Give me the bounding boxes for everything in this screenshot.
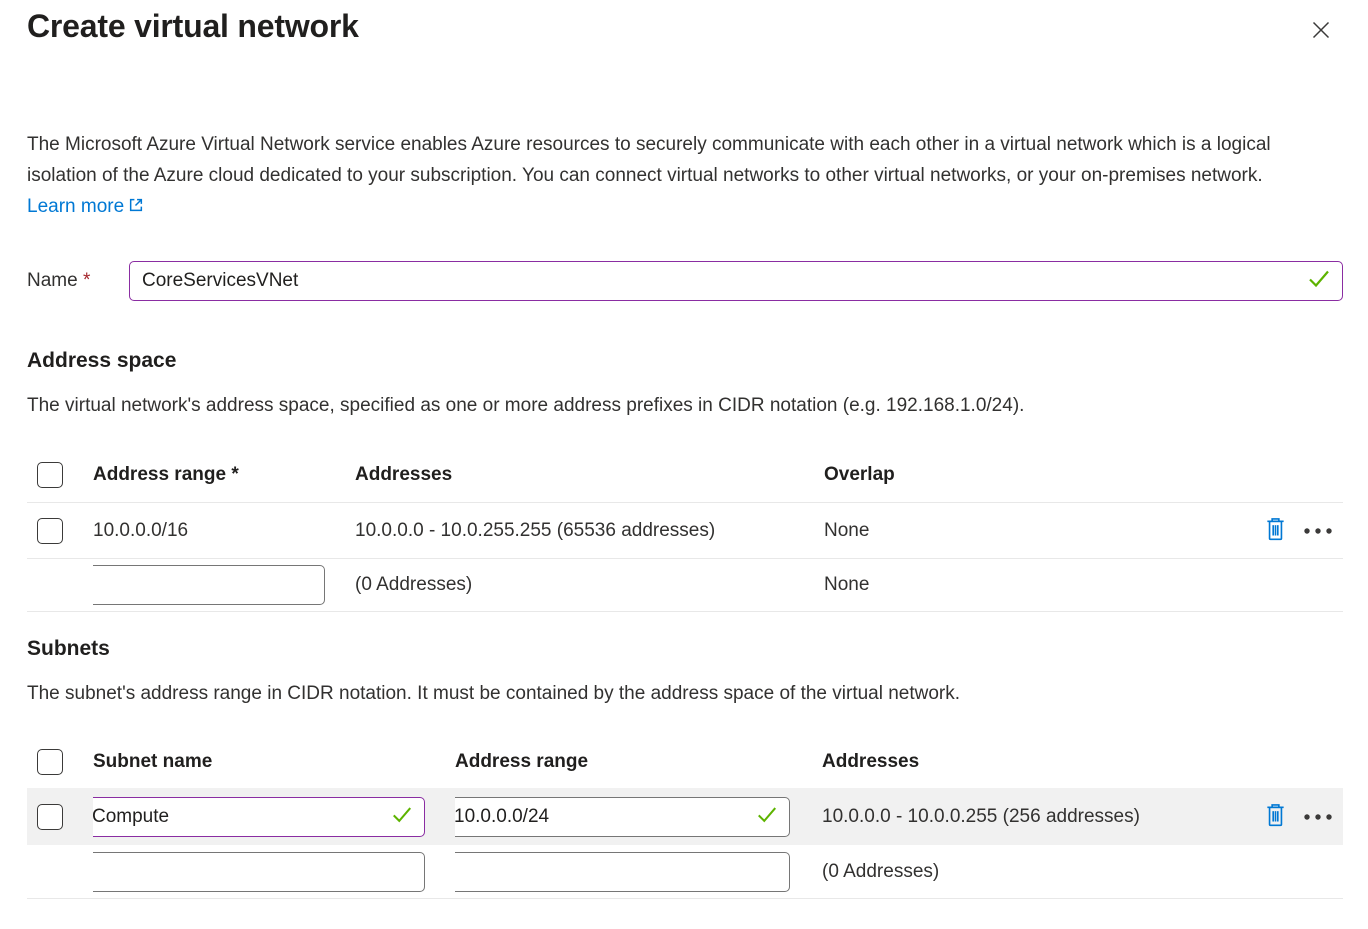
ellipsis-icon [1303, 523, 1333, 538]
create-virtual-network-panel: Create virtual network The Microsoft Azu… [0, 0, 1368, 929]
addresses-value: 10.0.0.0 - 10.0.255.255 (65536 addresses… [355, 520, 824, 542]
column-header-subnet-address-range: Address range [455, 751, 822, 773]
address-space-heading: Address space [27, 349, 1343, 373]
external-link-icon [128, 197, 144, 213]
ellipsis-icon [1303, 809, 1333, 824]
subnets-heading: Subnets [27, 637, 1343, 661]
column-header-subnet-name: Subnet name [93, 751, 455, 773]
delete-address-range-button[interactable] [1264, 516, 1287, 545]
address-range-value: 10.0.0.0/16 [93, 520, 355, 542]
subnet-name-input[interactable] [93, 797, 425, 837]
column-header-address-range: Address range * [93, 464, 355, 486]
close-button[interactable] [1304, 14, 1338, 48]
column-header-addresses: Addresses [355, 464, 824, 486]
page-title: Create virtual network [27, 8, 1343, 45]
subnets-table: Subnet name Address range Addresses [27, 736, 1343, 899]
required-asterisk: * [83, 270, 90, 291]
delete-subnet-button[interactable] [1264, 802, 1287, 831]
learn-more-link[interactable]: Learn more [27, 196, 144, 217]
subnet-addresses-value: 10.0.0.0 - 10.0.0.255 (256 addresses) [822, 806, 1223, 828]
address-space-table: Address range * Addresses Overlap 10.0.0… [27, 448, 1343, 612]
intro-text: The Microsoft Azure Virtual Network serv… [27, 134, 1271, 186]
new-address-range-input-wrap [93, 565, 325, 605]
subnets-select-all-checkbox[interactable] [37, 749, 63, 775]
new-subnet-address-range-input-wrap [455, 852, 790, 892]
subnets-header-row: Subnet name Address range Addresses [27, 736, 1343, 788]
new-subnet-addresses: (0 Addresses) [822, 861, 1223, 883]
table-row: 10.0.0.0/16 10.0.0.0 - 10.0.255.255 (655… [27, 502, 1343, 558]
select-all-checkbox[interactable] [37, 462, 63, 488]
trash-icon [1264, 802, 1287, 831]
column-header-subnet-addresses: Addresses [822, 751, 1223, 773]
new-subnet-row: (0 Addresses) [27, 845, 1343, 899]
name-field-row: Name * [27, 261, 1343, 301]
subnet-address-range-input-wrap [455, 797, 790, 837]
subnet-row: 10.0.0.0 - 10.0.0.255 (256 addresses) [27, 788, 1343, 845]
new-address-range-row: (0 Addresses) None [27, 558, 1343, 612]
overlap-value: None [824, 520, 1223, 542]
intro-paragraph: The Microsoft Azure Virtual Network serv… [27, 129, 1345, 222]
subnet-address-range-input[interactable] [455, 797, 790, 837]
subnet-more-options-button[interactable] [1303, 809, 1333, 824]
new-row-overlap: None [824, 574, 1223, 596]
address-space-description: The virtual network's address space, spe… [27, 390, 1343, 421]
panel-header: Create virtual network [27, 8, 1343, 45]
new-subnet-name-input[interactable] [93, 852, 425, 892]
new-address-range-input[interactable] [93, 565, 325, 605]
new-row-addresses: (0 Addresses) [355, 574, 824, 596]
subnet-name-input-wrap [93, 797, 425, 837]
more-options-button[interactable] [1303, 523, 1333, 538]
row-checkbox[interactable] [37, 518, 63, 544]
name-input-wrap [129, 261, 1343, 301]
address-space-header-row: Address range * Addresses Overlap [27, 448, 1343, 502]
close-icon [1308, 17, 1334, 46]
subnets-description: The subnet's address range in CIDR notat… [27, 678, 1343, 709]
subnet-row-checkbox[interactable] [37, 804, 63, 830]
column-header-overlap: Overlap [824, 464, 1223, 486]
name-input[interactable] [129, 261, 1343, 301]
new-subnet-name-input-wrap [93, 852, 425, 892]
trash-icon [1264, 516, 1287, 545]
new-subnet-address-range-input[interactable] [455, 852, 790, 892]
name-label: Name * [27, 270, 129, 292]
